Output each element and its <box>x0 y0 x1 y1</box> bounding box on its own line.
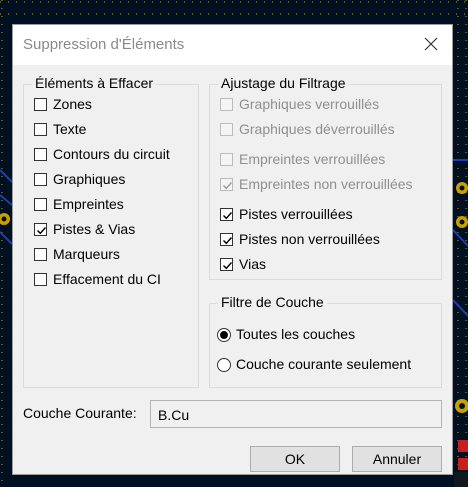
checkbox-label: Vias <box>239 256 266 272</box>
delete-items-dialog: Suppression d'Éléments Éléments à Efface… <box>12 24 453 475</box>
checkbox-box[interactable] <box>34 273 47 286</box>
checkmark-icon <box>223 237 233 245</box>
checkbox-box[interactable] <box>34 198 47 211</box>
radio-label: Couche courante seulement <box>236 356 412 372</box>
checkbox-label: Empreintes <box>53 196 124 212</box>
close-icon[interactable] <box>420 33 442 55</box>
layer-filter-group: Filtre de Couche <box>209 294 442 388</box>
checkbox-box[interactable] <box>220 233 233 246</box>
checkbox-box[interactable] <box>34 248 47 261</box>
checkbox-label: Effacement du CI <box>53 271 161 287</box>
current-layer-label: Couche Courante: <box>23 405 137 421</box>
checkbox-label: Pistes & Vias <box>53 221 136 237</box>
checkbox-label: Texte <box>53 121 87 137</box>
checkbox-box[interactable] <box>34 173 47 186</box>
checkbox-box[interactable] <box>220 208 233 221</box>
checkbox-box[interactable] <box>34 98 47 111</box>
checkbox-label: Pistes non verrouillées <box>239 231 380 247</box>
checkbox-box[interactable] <box>220 153 233 166</box>
checkbox-box[interactable] <box>220 98 233 111</box>
title-bar: Suppression d'Éléments <box>13 25 452 65</box>
checkmark-icon <box>223 182 233 190</box>
checkmark-icon <box>37 227 47 235</box>
radio-dot <box>220 331 228 339</box>
radio-button[interactable] <box>217 328 231 342</box>
layer-group-title: Filtre de Couche <box>218 294 327 310</box>
checkmark-icon <box>223 262 233 270</box>
checkbox-box[interactable] <box>220 178 233 191</box>
dialog-title: Suppression d'Éléments <box>23 36 185 53</box>
checkbox-box[interactable] <box>220 258 233 271</box>
items-group-title: Éléments à Effacer <box>32 75 157 91</box>
checkbox-label: Empreintes verrouillées <box>239 151 386 167</box>
current-layer-field[interactable]: B.Cu <box>150 400 442 428</box>
checkbox-label: Marqueurs <box>53 246 120 262</box>
checkbox-label: Graphiques <box>53 171 126 187</box>
ok-button[interactable]: OK <box>250 446 340 472</box>
checkbox-label: Contours du circuit <box>53 146 170 162</box>
radio-label: Toutes les couches <box>236 326 356 342</box>
checkbox-box[interactable] <box>34 123 47 136</box>
checkbox-label: Zones <box>53 96 92 112</box>
checkbox-label: Pistes verrouillées <box>239 206 353 222</box>
checkbox-box[interactable] <box>34 223 47 236</box>
checkbox-label: Graphiques verrouillés <box>239 96 380 112</box>
checkbox-label: Graphiques déverrouillés <box>239 121 395 137</box>
checkbox-box[interactable] <box>220 123 233 136</box>
checkbox-label: Empreintes non verrouillées <box>239 176 413 192</box>
checkbox-box[interactable] <box>34 148 47 161</box>
radio-button[interactable] <box>217 358 231 372</box>
checkmark-icon <box>223 212 233 220</box>
cancel-button[interactable]: Annuler <box>352 446 442 472</box>
filter-group-title: Ajustage du Filtrage <box>218 75 349 91</box>
